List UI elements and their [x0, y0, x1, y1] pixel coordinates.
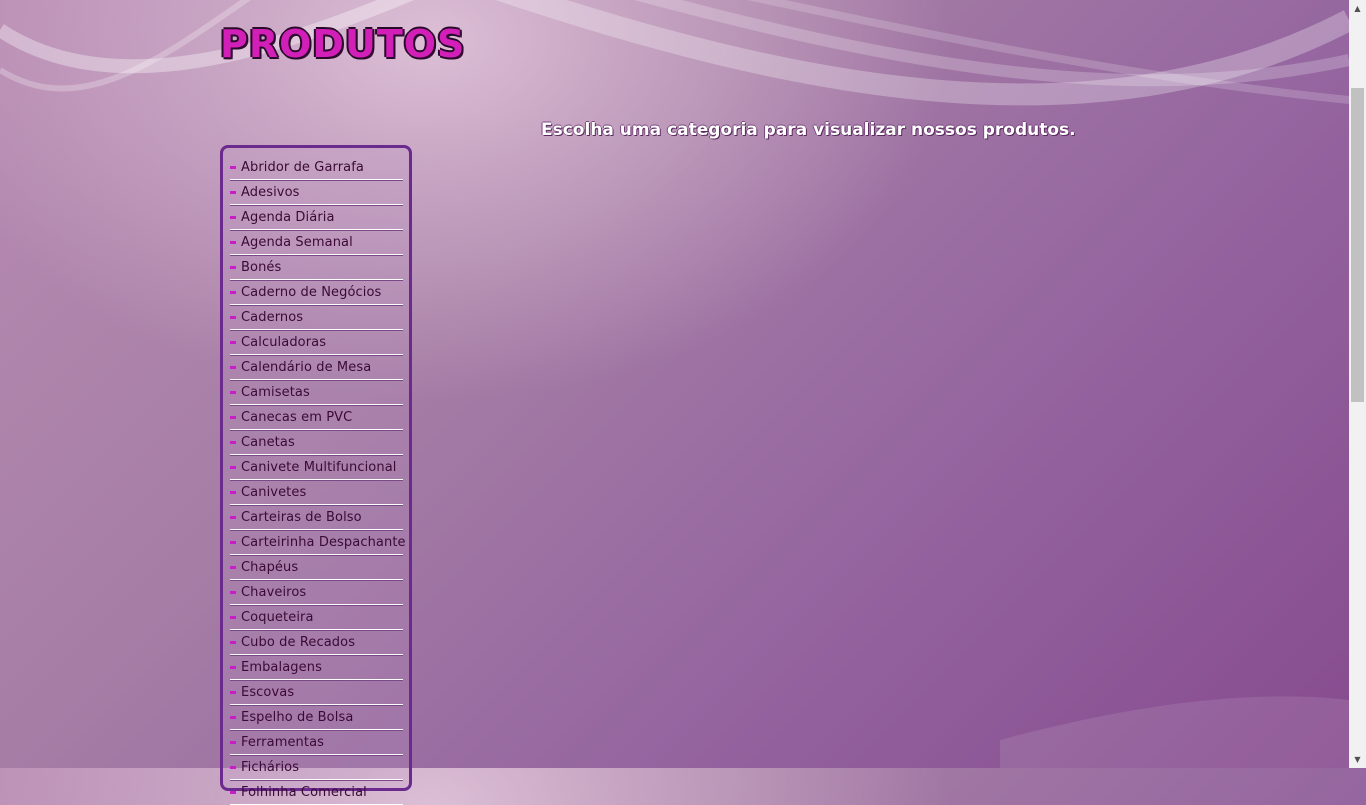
bullet-icon — [230, 491, 236, 494]
bullet-icon — [230, 166, 236, 169]
bullet-icon — [230, 641, 236, 644]
category-prompt: Escolha uma categoria para visualizar no… — [541, 120, 1076, 140]
bullet-icon — [230, 616, 236, 619]
category-link[interactable]: Espelho de Bolsa — [241, 710, 353, 725]
bullet-icon — [230, 266, 236, 269]
bullet-icon — [230, 291, 236, 294]
category-item[interactable]: Coqueteira — [230, 606, 403, 630]
category-item[interactable]: Ferramentas — [230, 731, 403, 755]
category-link[interactable]: Canecas em PVC — [241, 410, 352, 425]
bullet-icon — [230, 716, 236, 719]
category-link[interactable]: Camisetas — [241, 385, 310, 400]
bullet-icon — [230, 541, 236, 544]
category-list: Abridor de Garrafa Adesivos Agenda Diária A… — [223, 148, 409, 805]
category-item[interactable]: Cadernos — [230, 306, 403, 330]
category-item[interactable]: Camisetas — [230, 381, 403, 405]
scroll-down-icon[interactable]: ▼ — [1349, 751, 1366, 768]
category-item[interactable]: Fichários — [230, 756, 403, 780]
category-item[interactable]: Canecas em PVC — [230, 406, 403, 430]
category-item[interactable]: Escovas — [230, 681, 403, 705]
category-link[interactable]: Canetas — [241, 435, 295, 450]
category-link[interactable]: Chaveiros — [241, 585, 306, 600]
bullet-icon — [230, 416, 236, 419]
bullet-icon — [230, 441, 236, 444]
category-item[interactable]: Chaveiros — [230, 581, 403, 605]
page-title: PRODUTOS — [220, 22, 466, 66]
bullet-icon — [230, 741, 236, 744]
category-link[interactable]: Caderno de Negócios — [241, 285, 381, 300]
category-item[interactable]: Embalagens — [230, 656, 403, 680]
bullet-icon — [230, 316, 236, 319]
vertical-scrollbar[interactable]: ▲ ▼ — [1349, 0, 1366, 768]
category-link[interactable]: Calculadoras — [241, 335, 326, 350]
category-item[interactable]: Agenda Semanal — [230, 231, 403, 255]
bullet-icon — [230, 691, 236, 694]
scroll-thumb[interactable] — [1351, 88, 1364, 403]
category-link[interactable]: Cubo de Recados — [241, 635, 355, 650]
category-link[interactable]: Carteirinha Despachante — [241, 535, 406, 550]
bullet-icon — [230, 666, 236, 669]
category-item[interactable]: Cubo de Recados — [230, 631, 403, 655]
category-link[interactable]: Chapéus — [241, 560, 298, 575]
category-link[interactable]: Escovas — [241, 685, 294, 700]
bullet-icon — [230, 791, 236, 794]
category-link[interactable]: Carteiras de Bolso — [241, 510, 362, 525]
category-link[interactable]: Agenda Diária — [241, 210, 335, 225]
category-link[interactable]: Calendário de Mesa — [241, 360, 371, 375]
scroll-up-icon[interactable]: ▲ — [1349, 0, 1366, 17]
bullet-icon — [230, 591, 236, 594]
category-item[interactable]: Carteirinha Despachante — [230, 531, 406, 555]
bullet-icon — [230, 566, 236, 569]
category-item[interactable]: Bonés — [230, 256, 403, 280]
category-link[interactable]: Cadernos — [241, 310, 303, 325]
category-item[interactable]: Abridor de Garrafa — [230, 156, 403, 180]
category-menu: Abridor de Garrafa Adesivos Agenda Diária A… — [220, 145, 412, 805]
category-link[interactable]: Agenda Semanal — [241, 235, 353, 250]
category-link[interactable]: Canivetes — [241, 485, 306, 500]
category-item[interactable]: Calendário de Mesa — [230, 356, 403, 380]
category-item[interactable]: Canivete Multifuncional — [230, 456, 403, 480]
category-item[interactable]: Folhinha Comercial — [230, 781, 403, 805]
bullet-icon — [230, 341, 236, 344]
category-link[interactable]: Coqueteira — [241, 610, 314, 625]
category-item[interactable]: Carteiras de Bolso — [230, 506, 403, 530]
category-link[interactable]: Folhinha Comercial — [241, 785, 367, 800]
bullet-icon — [230, 191, 236, 194]
category-item[interactable]: Espelho de Bolsa — [230, 706, 403, 730]
category-link[interactable]: Ferramentas — [241, 735, 324, 750]
category-item[interactable]: Caderno de Negócios — [230, 281, 403, 305]
category-link[interactable]: Embalagens — [241, 660, 322, 675]
bullet-icon — [230, 241, 236, 244]
category-link[interactable]: Adesivos — [241, 185, 300, 200]
bullet-icon — [230, 391, 236, 394]
bullet-icon — [230, 216, 236, 219]
bullet-icon — [230, 366, 236, 369]
category-item[interactable]: Calculadoras — [230, 331, 403, 355]
bullet-icon — [230, 466, 236, 469]
category-item[interactable]: Canivetes — [230, 481, 403, 505]
background-swoosh — [0, 0, 1349, 768]
category-link[interactable]: Bonés — [241, 260, 281, 275]
category-link[interactable]: Canivete Multifuncional — [241, 460, 396, 475]
category-item[interactable]: Agenda Diária — [230, 206, 403, 230]
category-link[interactable]: Abridor de Garrafa — [241, 160, 364, 175]
category-item[interactable]: Chapéus — [230, 556, 403, 580]
bullet-icon — [230, 516, 236, 519]
category-item[interactable]: Adesivos — [230, 181, 403, 205]
category-item[interactable]: Canetas — [230, 431, 403, 455]
